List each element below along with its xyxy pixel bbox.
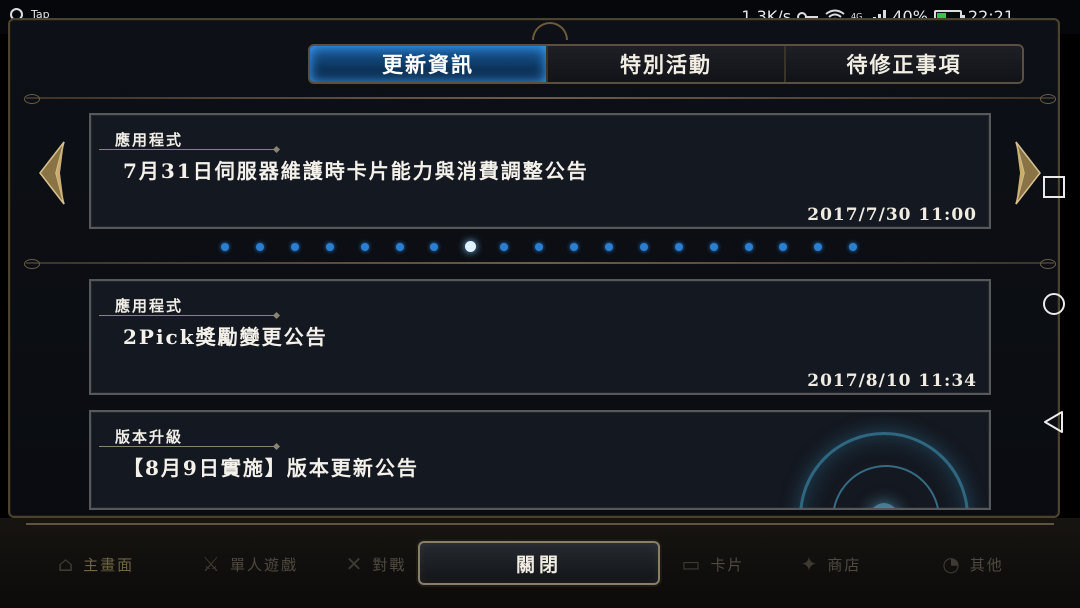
featured-news-card[interactable]: 應用程式 7月31日伺服器維護時卡片能力與消費調整公告 2017/7/30 11… bbox=[89, 113, 991, 229]
menu-home[interactable]: ⌂ 主畫面 bbox=[36, 544, 156, 584]
home-nav-icon[interactable] bbox=[1041, 291, 1067, 317]
crossed-swords-icon: ✕ bbox=[345, 552, 365, 576]
pagination-dot[interactable] bbox=[640, 243, 648, 251]
news-tabs: 更新資訊 特別活動 待修正事項 bbox=[308, 44, 1024, 84]
pagination-dot[interactable] bbox=[326, 243, 334, 251]
pagination-dot[interactable] bbox=[221, 243, 229, 251]
divider bbox=[24, 94, 1056, 104]
cards-icon: ▭ bbox=[681, 552, 703, 576]
pagination-dot[interactable] bbox=[256, 243, 264, 251]
pagination-dot[interactable] bbox=[779, 243, 787, 251]
back-nav-icon[interactable] bbox=[1041, 409, 1067, 435]
menu-label: 商店 bbox=[827, 555, 862, 574]
pagination-dot[interactable] bbox=[814, 243, 822, 251]
close-button[interactable]: 關閉 bbox=[418, 541, 660, 585]
pagination-dot[interactable] bbox=[430, 243, 438, 251]
android-nav-bar bbox=[1028, 0, 1080, 608]
category-underline bbox=[99, 149, 275, 150]
menu-label: 其他 bbox=[969, 555, 1004, 574]
recent-apps-icon[interactable] bbox=[1041, 174, 1067, 200]
menu-solo[interactable]: ⚔ 單人遊戲 bbox=[180, 544, 320, 584]
pagination-dot[interactable] bbox=[396, 243, 404, 251]
pagination-dot[interactable] bbox=[745, 243, 753, 251]
divider bbox=[24, 259, 1056, 269]
menu-label: 對戰 bbox=[372, 555, 407, 574]
menu-shop[interactable]: ✦ 商店 bbox=[776, 544, 886, 584]
pagination-dot[interactable] bbox=[849, 243, 857, 251]
shop-icon: ✦ bbox=[800, 552, 820, 576]
pagination-dot[interactable] bbox=[291, 243, 299, 251]
home-icon: ⌂ bbox=[57, 552, 76, 576]
pagination-dot[interactable] bbox=[535, 243, 543, 251]
news-card[interactable]: 版本升級 【8月9日實施】版本更新公告 bbox=[89, 410, 991, 510]
pagination-dot[interactable] bbox=[605, 243, 613, 251]
pagination-dot[interactable] bbox=[675, 243, 683, 251]
news-category: 版本升級 bbox=[115, 428, 184, 446]
category-underline bbox=[99, 446, 275, 447]
tab-updates[interactable]: 更新資訊 bbox=[310, 46, 548, 82]
news-category: 應用程式 bbox=[115, 131, 184, 149]
bottom-divider bbox=[26, 523, 1054, 525]
menu-other[interactable]: ◔ 其他 bbox=[918, 544, 1028, 584]
news-title: 2Pick獎勵變更公告 bbox=[123, 325, 328, 349]
menu-label: 卡片 bbox=[710, 555, 745, 574]
news-title: 7月31日伺服器維護時卡片能力與消費調整公告 bbox=[123, 159, 589, 183]
news-category: 應用程式 bbox=[115, 297, 184, 315]
menu-battle[interactable]: ✕ 對戰 bbox=[336, 544, 416, 584]
category-underline bbox=[99, 315, 275, 316]
news-card[interactable]: 應用程式 2Pick獎勵變更公告 2017/8/10 11:34 bbox=[89, 279, 991, 395]
tab-events[interactable]: 特別活動 bbox=[548, 46, 786, 82]
menu-label: 主畫面 bbox=[83, 555, 135, 574]
more-icon: ◔ bbox=[942, 552, 962, 576]
news-date: 2017/7/30 11:00 bbox=[807, 205, 977, 225]
pagination-dot[interactable] bbox=[500, 243, 508, 251]
pagination-dot[interactable] bbox=[570, 243, 578, 251]
sword-icon: ⚔ bbox=[202, 552, 222, 576]
news-date: 2017/8/10 11:34 bbox=[807, 371, 977, 391]
pagination-dot-active[interactable] bbox=[465, 241, 476, 252]
tab-known-issues[interactable]: 待修正事項 bbox=[786, 46, 1022, 82]
top-ornament bbox=[532, 22, 568, 40]
pagination-dot[interactable] bbox=[710, 243, 718, 251]
magic-circle-decoration bbox=[799, 432, 969, 508]
prev-arrow-icon[interactable] bbox=[36, 140, 66, 206]
menu-cards[interactable]: ▭ 卡片 bbox=[668, 544, 758, 584]
menu-label: 單人遊戲 bbox=[229, 555, 298, 574]
pagination-dot[interactable] bbox=[361, 243, 369, 251]
news-title: 【8月9日實施】版本更新公告 bbox=[123, 456, 419, 480]
